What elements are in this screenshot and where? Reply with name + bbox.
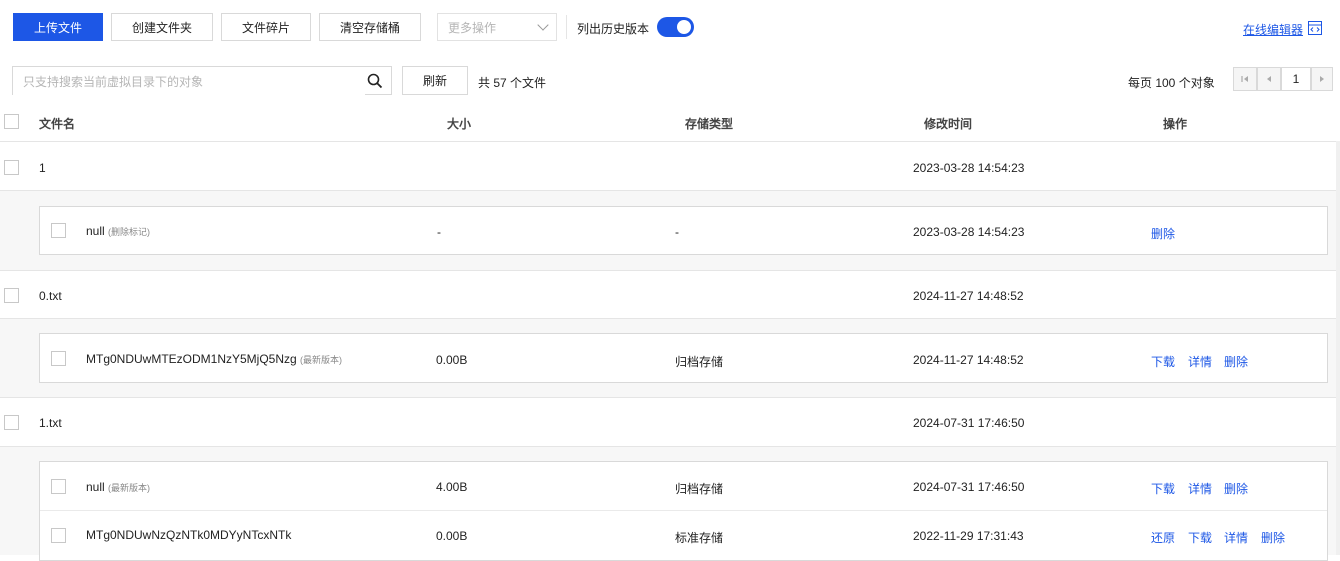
column-size-header: 大小 — [447, 117, 472, 131]
modified-time: 2024-11-27 14:48:52 — [913, 353, 1024, 367]
modified-time: 2024-07-31 17:46:50 — [913, 416, 1025, 430]
version-tag: (删除标记) — [108, 227, 151, 237]
row-divider — [0, 397, 1340, 398]
refresh-button[interactable]: 刷新 — [402, 66, 468, 95]
chevron-left-icon — [1267, 76, 1271, 82]
details-link[interactable]: 详情 — [1188, 353, 1212, 370]
version-id: null — [86, 480, 105, 494]
version-panel — [39, 461, 1328, 561]
file-name[interactable]: 0.txt — [39, 289, 62, 303]
version-name: MTg0NDUwNzQzNTk0MDYyNTcxNTk — [86, 528, 291, 542]
chevron-down-icon — [537, 19, 549, 31]
prev-page-button[interactable] — [1257, 67, 1281, 91]
file-name[interactable]: 1 — [39, 161, 46, 175]
more-actions-label: 更多操作 — [448, 20, 497, 35]
version-tag: (最新版本) — [300, 355, 343, 365]
toolbar-divider — [566, 15, 567, 39]
list-history-label: 列出历史版本 — [577, 22, 650, 36]
download-link[interactable]: 下载 — [1151, 480, 1175, 497]
modified-time: 2024-07-31 17:46:50 — [913, 480, 1025, 494]
row-divider — [0, 446, 1340, 447]
download-link[interactable]: 下载 — [1151, 353, 1175, 370]
file-size: - — [437, 225, 441, 239]
row-divider — [0, 190, 1340, 191]
delete-link[interactable]: 删除 — [1261, 529, 1285, 546]
delete-link[interactable]: 删除 — [1224, 353, 1248, 370]
download-link[interactable]: 下载 — [1188, 529, 1212, 546]
version-checkbox[interactable] — [51, 351, 66, 366]
version-checkbox[interactable] — [51, 223, 66, 238]
version-panel — [39, 206, 1328, 255]
header-divider — [0, 141, 1340, 142]
modified-time: 2022-11-29 17:31:43 — [913, 529, 1024, 543]
list-history-toggle[interactable] — [657, 17, 694, 37]
column-name-header: 文件名 — [39, 117, 76, 131]
version-checkbox[interactable] — [51, 528, 66, 543]
storage-type: 归档存储 — [675, 482, 724, 496]
version-id: MTg0NDUwMTEzODM1NzY5MjQ5Nzg — [86, 352, 297, 366]
chevron-right-icon — [1320, 76, 1324, 82]
page-number[interactable]: 1 — [1281, 67, 1311, 91]
version-checkbox[interactable] — [51, 479, 66, 494]
online-editor-label: 在线编辑器 — [1243, 23, 1304, 37]
scrollbar[interactable] — [1336, 141, 1340, 555]
file-size: 4.00B — [436, 480, 468, 494]
upload-button[interactable]: 上传文件 — [13, 13, 103, 41]
modified-time: 2023-03-28 14:54:23 — [913, 225, 1025, 239]
search-input[interactable] — [13, 67, 365, 96]
file-size: 0.00B — [436, 353, 468, 367]
row-checkbox[interactable] — [4, 415, 19, 430]
toggle-knob — [677, 20, 691, 34]
version-name: null (删除标记) — [86, 224, 150, 238]
next-page-button[interactable] — [1311, 67, 1333, 91]
column-actions-header: 操作 — [1163, 117, 1188, 131]
delete-link[interactable]: 删除 — [1151, 225, 1175, 242]
more-actions-select[interactable]: 更多操作 — [437, 13, 557, 41]
row-checkbox[interactable] — [4, 160, 19, 175]
storage-type: 标准存储 — [675, 531, 724, 545]
version-divider — [40, 510, 1327, 511]
row-divider — [0, 270, 1340, 271]
column-modified-header: 修改时间 — [924, 117, 973, 131]
total-count: 共 57 个文件 — [478, 76, 547, 90]
delete-link[interactable]: 删除 — [1224, 480, 1248, 497]
storage-type: - — [675, 225, 679, 239]
version-id: null — [86, 224, 105, 238]
first-page-button[interactable] — [1233, 67, 1257, 91]
clear-bucket-button[interactable]: 清空存储桶 — [319, 13, 421, 41]
select-all-checkbox[interactable] — [4, 114, 19, 129]
row-checkbox[interactable] — [4, 288, 19, 303]
version-id: MTg0NDUwNzQzNTk0MDYyNTcxNTk — [86, 528, 292, 542]
modified-time: 2023-03-28 14:54:23 — [913, 161, 1025, 175]
online-editor-link[interactable]: 在线编辑器 — [1243, 21, 1303, 38]
details-link[interactable]: 详情 — [1188, 480, 1212, 497]
search-box — [12, 66, 392, 96]
per-page-select[interactable]: 每页 100 个对象 — [1128, 74, 1215, 91]
storage-type: 归档存储 — [675, 355, 724, 369]
code-editor-icon[interactable] — [1308, 21, 1322, 35]
version-name: MTg0NDUwMTEzODM1NzY5MjQ5Nzg (最新版本) — [86, 352, 342, 366]
details-link[interactable]: 详情 — [1224, 529, 1248, 546]
search-icon[interactable] — [367, 73, 383, 89]
version-tag: (最新版本) — [108, 483, 151, 493]
fragments-button[interactable]: 文件碎片 — [221, 13, 311, 41]
version-name: null (最新版本) — [86, 480, 150, 494]
create-folder-button[interactable]: 创建文件夹 — [111, 13, 213, 41]
file-size: 0.00B — [436, 529, 468, 543]
row-divider — [0, 318, 1340, 319]
first-page-icon — [1241, 76, 1248, 82]
modified-time: 2024-11-27 14:48:52 — [913, 289, 1024, 303]
restore-link[interactable]: 还原 — [1151, 529, 1175, 546]
column-storage-header: 存储类型 — [685, 117, 734, 131]
file-name[interactable]: 1.txt — [39, 416, 62, 430]
